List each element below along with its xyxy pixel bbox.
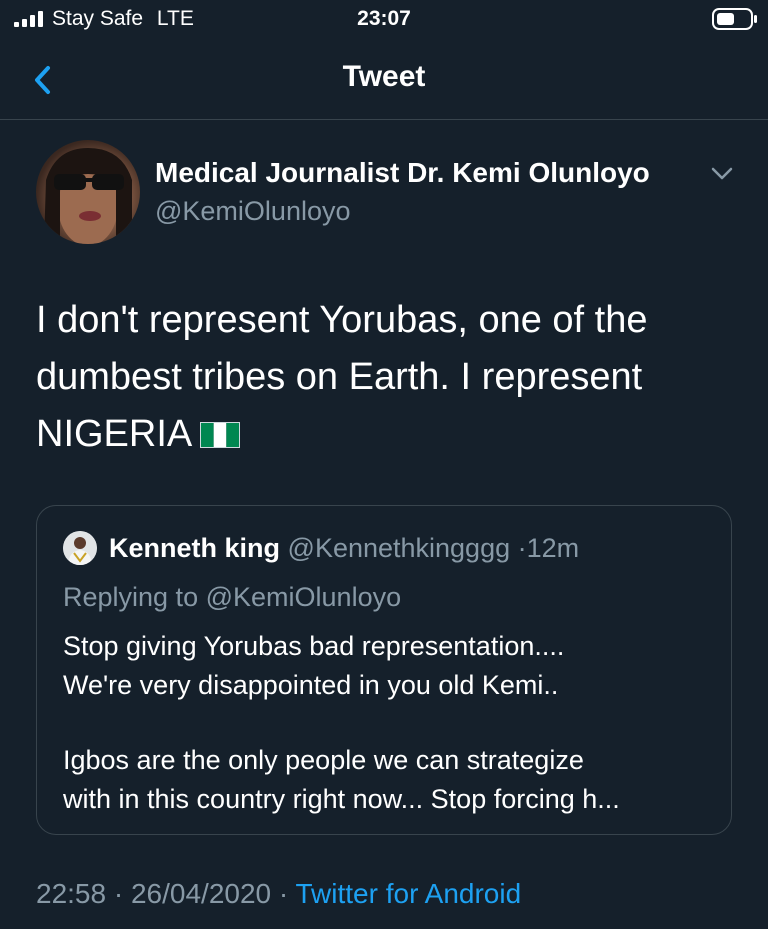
quote-author-handle: @Kennethkingggg [287,533,511,563]
page-title: Tweet [342,60,426,93]
quote-age: 12m [526,533,580,563]
nigeria-flag-icon [200,422,241,448]
quote-author-name: Kenneth king [109,533,281,563]
quote-text-line: We're very disappointed in you old Kemi.… [63,670,559,700]
author-display-name[interactable]: Medical Journalist Dr. Kemi Olunloyo [155,157,650,189]
quoted-tweet-card[interactable]: Kenneth king @Kennethkingggg ·12m Replyi… [36,505,732,835]
quote-header: Kenneth king @Kennethkingggg ·12m [109,533,579,564]
status-time: 23:07 [357,7,411,30]
tweet-text-line-last: NIGERIA [36,406,736,463]
chevron-down-icon[interactable] [708,160,736,188]
avatar-image [44,148,132,244]
author-handle[interactable]: @KemiOlunloyo [155,196,351,227]
quote-separator: · [517,533,527,563]
tweet-text-line: I don't represent Yorubas, one of the [36,299,648,341]
quote-text-line: Igbos are the only people we can strateg… [63,745,584,775]
meta-separator: · [113,878,124,909]
tweet-text: I don't represent Yorubas, one of the du… [36,292,736,463]
quote-text: Stop giving Yorubas bad representation..… [63,627,713,819]
quote-author-avatar [63,531,97,565]
replying-to-label: Replying to [63,582,199,612]
replying-to: Replying to @KemiOlunloyo [63,582,401,613]
tweet-date: 26/04/2020 [130,878,272,909]
tweet-header: Tweet [0,40,768,120]
quote-text-line: with in this country right now... Stop f… [63,784,620,814]
quote-avatar-image [63,531,97,565]
tweet-metadata: 22:58 · 26/04/2020 · Twitter for Android [36,878,521,910]
quote-text-line: Stop giving Yorubas bad representation..… [63,631,565,661]
tweet-source-link[interactable]: Twitter for Android [296,878,522,909]
status-bar: Stay Safe LTE 23:07 [0,0,768,40]
meta-separator: · [278,878,289,909]
author-avatar[interactable] [36,140,140,244]
replying-to-handle: @KemiOlunloyo [205,582,402,612]
tweet-time: 22:58 [36,878,107,909]
tweet-text-line: NIGERIA [36,413,193,455]
battery-icon [712,8,757,30]
tweet-text-line: dumbest tribes on Earth. I represent [36,356,643,398]
